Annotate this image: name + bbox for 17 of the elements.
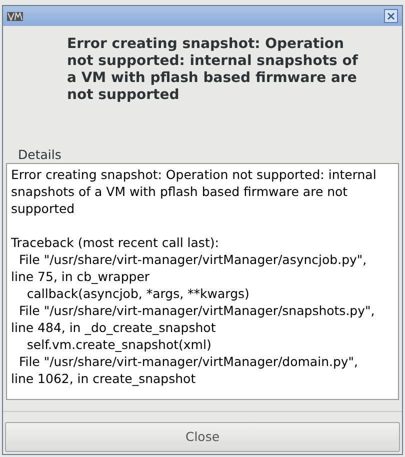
details-line: callback(asyncjob, *args, **kwargs): [26, 285, 250, 302]
details-line: File "/usr/share/virt-manager/virtManager/snapshots.py",: [18, 302, 376, 319]
details-line: File "/usr/share/virt-manager/virtManager/domain.py",: [18, 353, 360, 370]
details-line: self.vm.create_snapshot(xml): [26, 336, 212, 353]
details-line: snapshots of a VM with pflash based firmware are not: [11, 183, 349, 200]
details-line: line 484, in _do_create_snapshot: [11, 319, 217, 336]
details-line: Error creating snapshot: Operation not supported: internal: [11, 166, 378, 183]
details-line: line 75, in cb_wrapper: [11, 268, 151, 285]
close-button[interactable]: ×: [384, 9, 398, 23]
close-button[interactable]: Close: [5, 422, 400, 452]
details-line: Traceback (most recent call last):: [11, 234, 220, 251]
app-icon: [7, 12, 23, 20]
details-line: File "/usr/share/virt-manager/virtManager/asyncjob.py",: [18, 251, 368, 268]
details-label: Details: [18, 147, 62, 162]
error-message: Error creating snapshot: Operation not supported: internal snapshots of a VM with pflash based firmware are not supported: [67, 36, 360, 104]
details-line: supported: [11, 200, 76, 217]
details-line: line 1062, in create_snapshot: [11, 370, 197, 387]
